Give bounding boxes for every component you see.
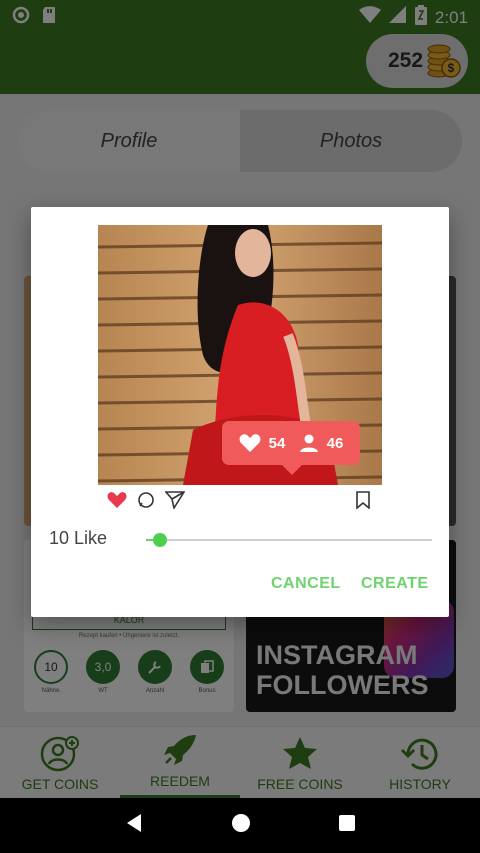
back-icon[interactable]: [123, 812, 145, 839]
send-icon[interactable]: [164, 491, 186, 514]
comment-icon[interactable]: [137, 491, 155, 514]
like-order-dialog: 54 46 10 Like CANCEL CREATE: [31, 207, 449, 617]
post-photo: 54 46: [98, 225, 382, 485]
heart-icon: [239, 434, 261, 452]
likes-count: 54: [268, 434, 286, 452]
person-icon: [299, 434, 318, 452]
bookmark-icon[interactable]: [355, 491, 371, 514]
followers-count: 46: [326, 434, 344, 452]
like-amount-slider[interactable]: [146, 533, 432, 547]
post-actions: [107, 491, 373, 513]
like-amount-label: 10 Like: [49, 528, 108, 548]
like-amount-row: 10 Like: [49, 528, 432, 552]
cancel-button[interactable]: CANCEL: [271, 575, 341, 593]
followers-stat: 46: [299, 433, 344, 453]
slider-thumb[interactable]: [153, 533, 168, 547]
heart-filled-icon[interactable]: [107, 491, 127, 514]
like-follower-badge: 54 46: [222, 421, 360, 475]
create-button[interactable]: CREATE: [361, 575, 429, 593]
recents-icon[interactable]: [337, 813, 357, 838]
home-icon[interactable]: [230, 812, 252, 839]
system-nav-bar: [0, 798, 480, 853]
likes-stat: 54: [239, 433, 286, 453]
